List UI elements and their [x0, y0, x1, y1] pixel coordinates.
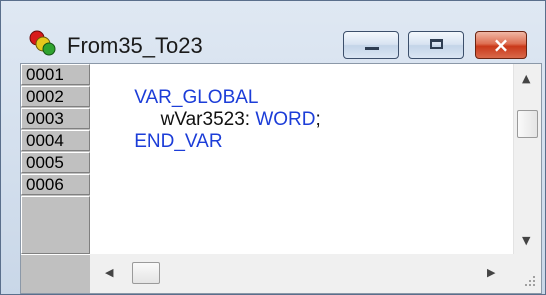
- line-number: 0003: [21, 108, 90, 129]
- code-area[interactable]: VAR_GLOBAL wVar3523: WORD; END_VAR: [90, 64, 510, 254]
- horizontal-scrollbar[interactable]: ◀ ▶: [21, 254, 513, 293]
- code-line[interactable]: wVar3523: WORD;: [92, 87, 321, 130]
- close-button[interactable]: ×: [475, 31, 527, 59]
- minimize-button[interactable]: [343, 31, 399, 59]
- editor-client-area: 0001 0002 0003 0004 0005 0006 VAR_GLOBAL…: [20, 63, 542, 294]
- type-keyword: WORD: [255, 109, 316, 130]
- scroll-up-icon[interactable]: ▲: [522, 72, 530, 85]
- code-line[interactable]: VAR_GLOBAL: [92, 65, 258, 108]
- scroll-left-icon[interactable]: ◀: [105, 266, 113, 279]
- line-number: 0006: [21, 174, 90, 195]
- title-bar[interactable]: From35_To23 ×: [1, 1, 545, 63]
- code-line[interactable]: END_VAR: [92, 109, 222, 152]
- vertical-scrollbar[interactable]: ▲ ▼: [513, 64, 541, 254]
- horizontal-scroll-thumb[interactable]: [132, 262, 160, 284]
- minimize-icon: [365, 47, 379, 50]
- resize-grip-icon[interactable]: [513, 254, 541, 293]
- terminator: ;: [315, 109, 321, 130]
- scroll-right-icon[interactable]: ▶: [487, 266, 495, 279]
- grip-dots-icon: [525, 276, 535, 286]
- scroll-down-icon[interactable]: ▼: [522, 234, 530, 247]
- line-number-filler: [21, 196, 90, 254]
- keyword: END_VAR: [134, 131, 223, 152]
- line-number: 0001: [21, 64, 90, 85]
- maximize-icon: [430, 39, 443, 49]
- gutter-footer: [21, 254, 90, 293]
- db-status-lights-icon: [29, 30, 56, 56]
- window-title: From35_To23: [67, 33, 203, 58]
- close-icon: ×: [492, 33, 510, 57]
- line-number-gutter: 0001 0002 0003 0004 0005 0006: [21, 64, 90, 254]
- line-number: 0005: [21, 152, 90, 173]
- line-number: 0002: [21, 86, 90, 107]
- editor-window: From35_To23 × 0001 0002 0003 0004 0005 0…: [0, 0, 546, 295]
- vertical-scroll-thumb[interactable]: [517, 110, 538, 138]
- maximize-button[interactable]: [408, 31, 464, 59]
- line-number: 0004: [21, 130, 90, 151]
